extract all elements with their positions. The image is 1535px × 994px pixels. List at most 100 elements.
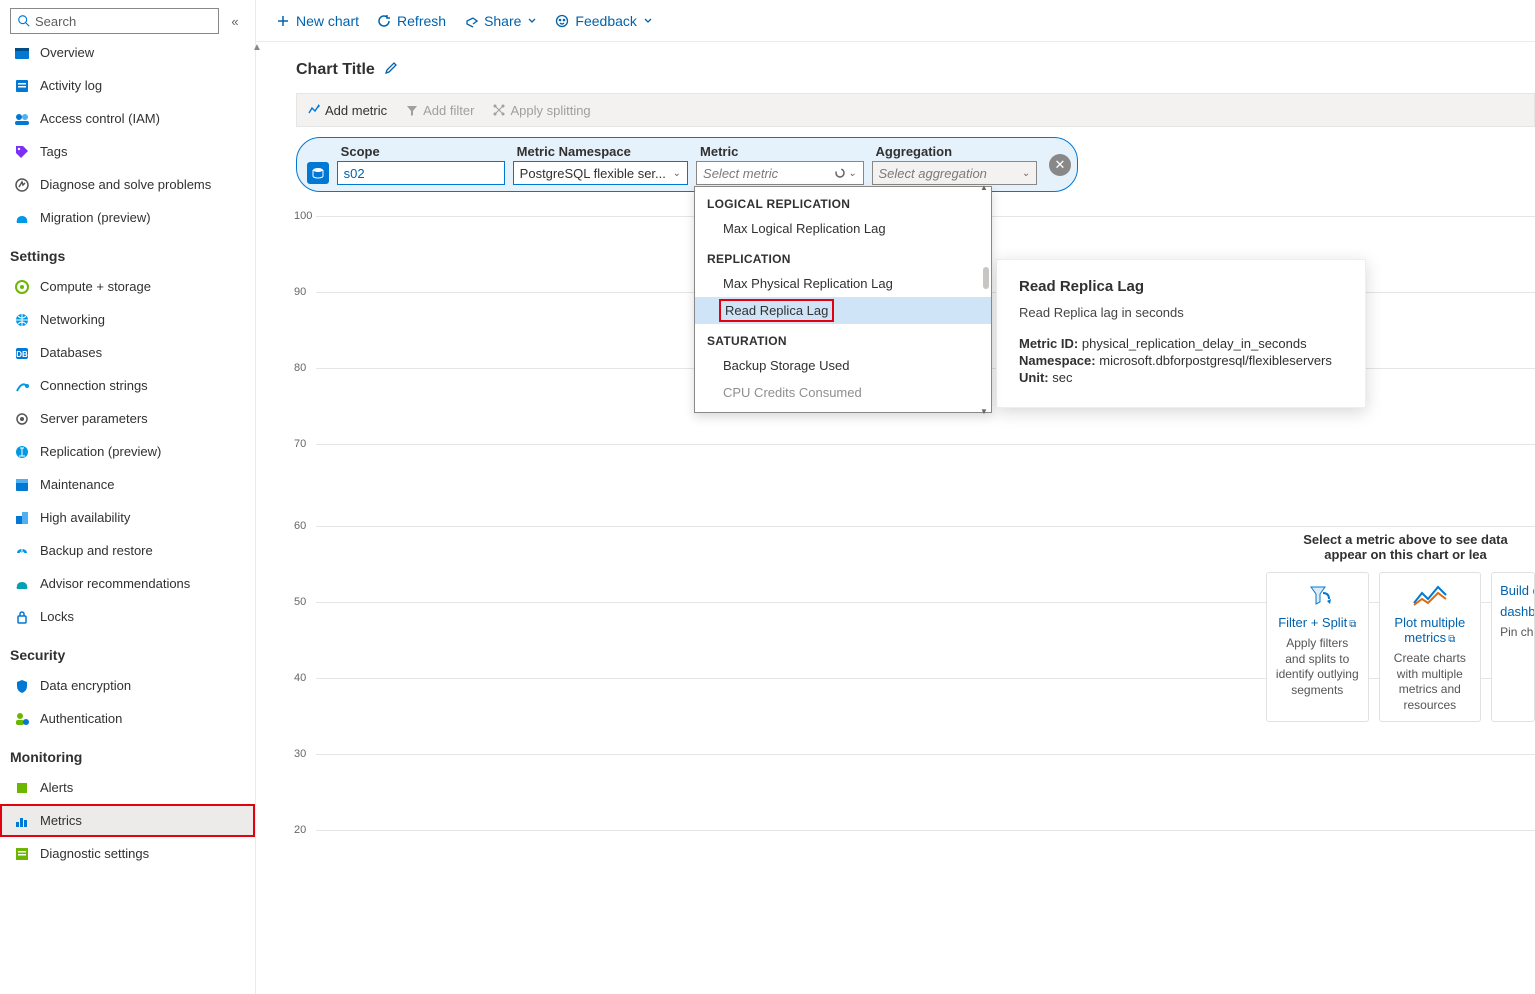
diagnostic-settings-icon [14, 846, 30, 862]
feedback-button[interactable]: Feedback [555, 13, 652, 29]
plus-icon [276, 14, 290, 28]
sidebar-item-access-control[interactable]: Access control (IAM) [0, 102, 255, 135]
card-subtitle: Create charts with multiple metrics and … [1388, 651, 1473, 713]
tooltip-field-value: microsoft.dbforpostgresql/flexibleserver… [1099, 353, 1332, 368]
namespace-select[interactable]: PostgreSQL flexible ser...⌄ [513, 161, 688, 185]
sidebar-item-label: Diagnose and solve problems [40, 177, 211, 192]
sidebar-item-compute-storage[interactable]: Compute + storage [0, 270, 255, 303]
card-link: Build cu [1500, 583, 1535, 598]
tooltip-description: Read Replica lag in seconds [1019, 305, 1345, 320]
sidebar-item-label: Metrics [40, 813, 82, 828]
collapse-sidebar-button[interactable]: « [225, 14, 245, 29]
diagnose-icon [14, 177, 30, 193]
share-button[interactable]: Share [464, 13, 537, 29]
aggregation-select[interactable]: Select aggregation⌄ [872, 161, 1038, 185]
sidebar-item-diagnose[interactable]: Diagnose and solve problems [0, 168, 255, 201]
tooltip-title: Read Replica Lag [1019, 278, 1345, 295]
metric-label: Metric [696, 144, 863, 159]
sidebar-item-data-encryption[interactable]: Data encryption [0, 669, 255, 702]
suggestions-heading: Select a metric above to see data appear… [1256, 532, 1535, 572]
edit-title-button[interactable] [383, 60, 399, 79]
chevron-down-icon: ⌄ [673, 168, 681, 179]
toolbar-label: Feedback [575, 13, 636, 29]
sidebar-item-databases[interactable]: DBDatabases [0, 336, 255, 369]
aggregation-label: Aggregation [872, 144, 1038, 159]
card-subtitle: Pin chart [1500, 625, 1535, 641]
chevron-down-icon: ⌄ [1022, 168, 1030, 179]
tooltip-field-label: Unit: [1019, 370, 1049, 385]
suggestion-card-build-dashboard[interactable]: Build cu dashbo Pin chart [1491, 572, 1535, 722]
compute-icon [14, 279, 30, 295]
chevron-down-icon: ⌄ [848, 168, 856, 179]
sidebar-item-label: Migration (preview) [40, 210, 151, 225]
sidebar-item-label: Overview [40, 45, 94, 60]
lock-icon [14, 609, 30, 625]
toolbar-label: New chart [296, 13, 359, 29]
nav-heading-settings: Settings [0, 234, 255, 270]
scope-input[interactable] [337, 161, 505, 185]
button-label: Add metric [325, 103, 387, 118]
sidebar-item-connection-strings[interactable]: Connection strings [0, 369, 255, 402]
sidebar: Search « ▲ Overview Activity log Access … [0, 0, 256, 994]
sidebar-item-tags[interactable]: Tags [0, 135, 255, 168]
card-link: Plot multiple metrics⧉ [1388, 615, 1473, 645]
spinner-icon [834, 167, 846, 179]
sidebar-item-server-parameters[interactable]: Server parameters [0, 402, 255, 435]
dropdown-item[interactable]: CPU Credits Consumed [695, 379, 991, 406]
dropdown-group: LOGICAL REPLICATION [695, 187, 991, 215]
dropdown-item-read-replica-lag[interactable]: Read Replica Lag [695, 297, 991, 324]
suggestion-card-filter-split[interactable]: Filter + Split⧉ Apply filters and splits… [1266, 572, 1369, 722]
metric-dropdown: LOGICAL REPLICATION Max Logical Replicat… [694, 186, 992, 413]
search-placeholder: Search [35, 14, 76, 29]
nav-heading-security: Security [0, 633, 255, 669]
metrics-icon [14, 813, 30, 829]
namespace-label: Metric Namespace [513, 144, 688, 159]
sidebar-item-label: Advisor recommendations [40, 576, 190, 591]
chart-title-row: Chart Title [256, 42, 1535, 93]
sidebar-item-authentication[interactable]: Authentication [0, 702, 255, 735]
sidebar-item-overview[interactable]: Overview [0, 36, 255, 69]
sidebar-item-label: Replication (preview) [40, 444, 161, 459]
add-metric-button[interactable]: Add metric [307, 103, 387, 118]
dropdown-item[interactable]: Backup Storage Used [695, 352, 991, 379]
metric-toolbar: Add metric Add filter Apply splitting [296, 93, 1535, 127]
sidebar-item-label: Server parameters [40, 411, 148, 426]
sidebar-item-activity-log[interactable]: Activity log [0, 69, 255, 102]
add-metric-icon [307, 103, 321, 117]
databases-icon: DB [14, 345, 30, 361]
dropdown-item[interactable]: Max Physical Replication Lag [695, 270, 991, 297]
svg-text:DB: DB [16, 350, 28, 359]
y-tick: 40 [294, 672, 306, 684]
search-input[interactable]: Search [10, 8, 219, 34]
new-chart-button[interactable]: New chart [276, 13, 359, 29]
y-tick: 60 [294, 520, 306, 532]
sidebar-item-networking[interactable]: Networking [0, 303, 255, 336]
dropdown-item[interactable]: Max Logical Replication Lag [695, 215, 991, 242]
sidebar-item-alerts[interactable]: Alerts [0, 771, 255, 804]
sidebar-item-metrics[interactable]: Metrics [0, 804, 255, 837]
sidebar-item-diagnostic-settings[interactable]: Diagnostic settings [0, 837, 255, 870]
card-link-line2: dashbo [1500, 604, 1535, 619]
nav: Overview Activity log Access control (IA… [0, 36, 255, 990]
dropdown-group: SATURATION [695, 324, 991, 352]
metric-tooltip: Read Replica Lag Read Replica lag in sec… [996, 259, 1366, 408]
remove-metric-button[interactable]: ✕ [1049, 154, 1071, 176]
sidebar-item-maintenance[interactable]: Maintenance [0, 468, 255, 501]
sidebar-item-advisor[interactable]: Advisor recommendations [0, 567, 255, 600]
metric-scope-pill: Scope Metric Namespace PostgreSQL flexib… [296, 137, 1078, 192]
button-label: Add filter [423, 103, 474, 118]
dropdown-scrollbar[interactable]: ▲▼ [983, 191, 989, 408]
suggestion-card-plot-multiple[interactable]: Plot multiple metrics⧉ Create charts wit… [1379, 572, 1482, 722]
tooltip-field-label: Metric ID: [1019, 336, 1078, 351]
advisor-icon [14, 576, 30, 592]
sidebar-item-backup-restore[interactable]: Backup and restore [0, 534, 255, 567]
metric-select[interactable]: Select metric⌄ [696, 161, 863, 185]
sidebar-item-high-availability[interactable]: High availability [0, 501, 255, 534]
refresh-button[interactable]: Refresh [377, 13, 446, 29]
sidebar-item-replication[interactable]: Replication (preview) [0, 435, 255, 468]
sidebar-item-migration[interactable]: Migration (preview) [0, 201, 255, 234]
suggestions-panel: Select a metric above to see data appear… [1256, 532, 1535, 722]
button-label: Apply splitting [510, 103, 590, 118]
sidebar-item-label: Diagnostic settings [40, 846, 149, 861]
sidebar-item-locks[interactable]: Locks [0, 600, 255, 633]
